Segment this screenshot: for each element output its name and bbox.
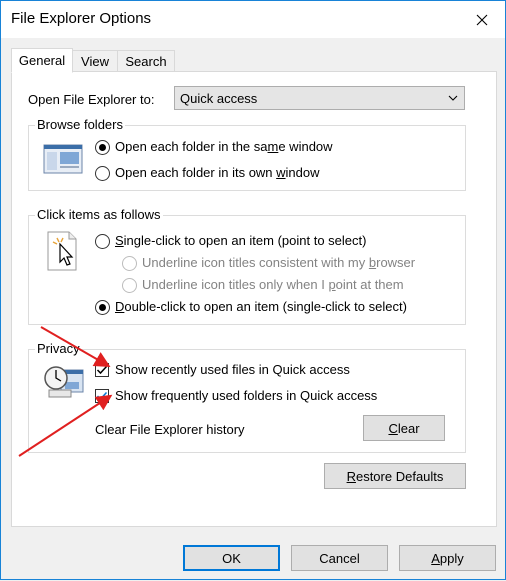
radio-underline-point[interactable] (122, 278, 137, 293)
radio-single-click[interactable] (95, 234, 110, 249)
click-items-group: Click items as follows Single-click to o… (28, 207, 466, 325)
close-icon (476, 14, 488, 25)
checkbox-show-frequent-folders[interactable] (95, 389, 109, 403)
privacy-clock-icon (44, 366, 84, 398)
checkmark-icon (96, 365, 108, 375)
dropdown-value: Quick access (180, 91, 258, 106)
apply-button[interactable]: Apply (399, 545, 496, 571)
option-double-click-label: Double-click to open an item (single-cli… (115, 299, 407, 314)
radio-open-same-window[interactable] (95, 140, 110, 155)
tab-view[interactable]: View (72, 50, 118, 71)
open-file-explorer-dropdown[interactable]: Quick access (174, 86, 465, 110)
pointer-click-icon (47, 231, 77, 271)
click-items-title: Click items as follows (35, 207, 163, 222)
show-recent-files-label: Show recently used files in Quick access (115, 362, 350, 377)
ok-button[interactable]: OK (183, 545, 280, 571)
file-explorer-options-dialog: File Explorer Options General View Searc… (0, 0, 506, 580)
radio-double-click[interactable] (95, 300, 110, 315)
browse-folders-title: Browse folders (35, 117, 125, 132)
option-open-same-window-label: Open each folder in the same window (115, 139, 333, 154)
close-button[interactable] (459, 1, 505, 38)
checkbox-show-recent-files[interactable] (95, 363, 109, 377)
cancel-button[interactable]: Cancel (291, 545, 388, 571)
privacy-title: Privacy (35, 341, 82, 356)
radio-open-own-window[interactable] (95, 166, 110, 181)
clear-history-label: Clear File Explorer history (95, 422, 245, 437)
radio-underline-browser[interactable] (122, 256, 137, 271)
general-tab-panel: Open File Explorer to: Quick access Brow… (11, 71, 497, 527)
browse-folders-icon (43, 144, 83, 174)
option-underline-point-label: Underline icon titles only when I point … (142, 277, 404, 292)
checkmark-icon (96, 391, 108, 401)
tab-general[interactable]: General (11, 48, 73, 73)
title-bar: File Explorer Options (1, 1, 505, 38)
show-frequent-folders-label: Show frequently used folders in Quick ac… (115, 388, 378, 403)
tab-search[interactable]: Search (117, 50, 175, 71)
chevron-down-icon (448, 95, 458, 101)
option-underline-browser-label: Underline icon titles consistent with my… (142, 255, 416, 270)
browse-folders-group: Browse folders Open each folder in the s… (28, 117, 466, 191)
window-title: File Explorer Options (11, 10, 152, 27)
option-single-click-label: Single-click to open an item (point to s… (115, 233, 367, 248)
restore-defaults-button[interactable]: Restore Defaults (324, 463, 466, 489)
option-open-own-window-label: Open each folder in its own window (115, 165, 320, 180)
open-file-explorer-label: Open File Explorer to: (28, 92, 155, 107)
privacy-group: Privacy Show recently used files in Quic… (28, 341, 466, 453)
clear-button[interactable]: Clear (363, 415, 445, 441)
